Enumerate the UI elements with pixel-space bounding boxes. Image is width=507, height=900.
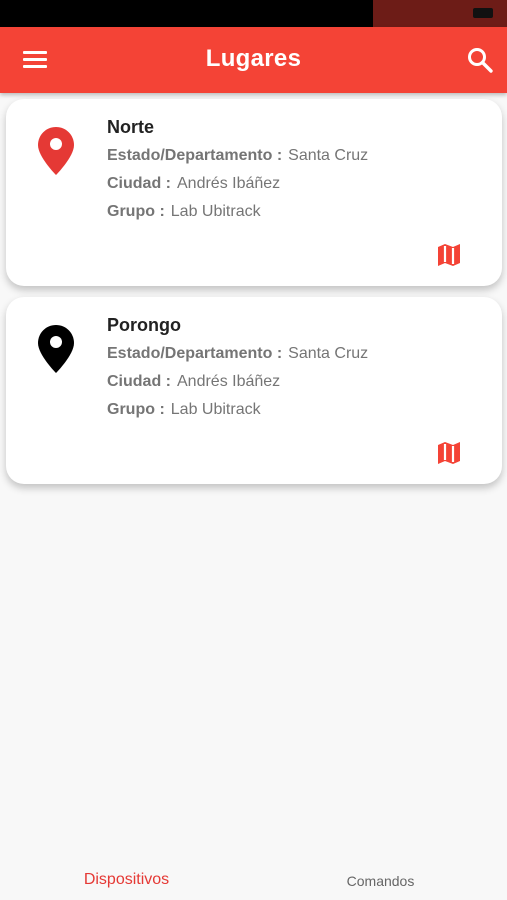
- status-bar-right: [373, 0, 507, 27]
- grupo-value: Lab Ubitrack: [170, 401, 261, 418]
- grupo-row: Grupo : Lab Ubitrack: [107, 203, 261, 221]
- search-icon[interactable]: [465, 45, 495, 75]
- estado-row: Estado/Departamento : Santa Cruz: [107, 345, 368, 363]
- ciudad-label: Ciudad :: [107, 373, 171, 390]
- ciudad-label: Ciudad :: [107, 175, 171, 192]
- battery-icon: [473, 8, 493, 18]
- place-name: Norte: [107, 117, 155, 137]
- grupo-row: Grupo : Lab Ubitrack: [107, 401, 261, 419]
- estado-value: Santa Cruz: [288, 345, 369, 362]
- page-title: Lugares: [205, 45, 302, 72]
- location-pin-icon: [38, 325, 74, 373]
- tab-dispositivos[interactable]: Dispositivos: [0, 871, 253, 889]
- estado-label: Estado/Departamento :: [107, 147, 283, 164]
- grupo-value: Lab Ubitrack: [170, 203, 261, 220]
- bottom-nav: Dispositivos Comandos: [0, 855, 507, 900]
- grupo-label: Grupo :: [107, 203, 165, 220]
- ciudad-value: Andrés Ibáñez: [177, 175, 281, 192]
- map-icon[interactable]: [436, 440, 462, 466]
- place-card[interactable]: Porongo Estado/Departamento : Santa Cruz …: [6, 297, 502, 484]
- app-bar: Lugares: [0, 27, 507, 93]
- ciudad-row: Ciudad : Andrés Ibáñez: [107, 175, 280, 193]
- estado-value: Santa Cruz: [288, 147, 369, 164]
- location-pin-icon: [38, 127, 74, 175]
- estado-label: Estado/Departamento :: [107, 345, 283, 362]
- tab-comandos[interactable]: Comandos: [254, 873, 507, 889]
- estado-row: Estado/Departamento : Santa Cruz: [107, 147, 368, 165]
- status-bar: [0, 0, 507, 27]
- place-name: Porongo: [107, 315, 181, 335]
- ciudad-value: Andrés Ibáñez: [177, 373, 281, 390]
- grupo-label: Grupo :: [107, 401, 165, 418]
- ciudad-row: Ciudad : Andrés Ibáñez: [107, 373, 280, 391]
- place-card[interactable]: Norte Estado/Departamento : Santa Cruz Ci…: [6, 99, 502, 286]
- map-icon[interactable]: [436, 242, 462, 268]
